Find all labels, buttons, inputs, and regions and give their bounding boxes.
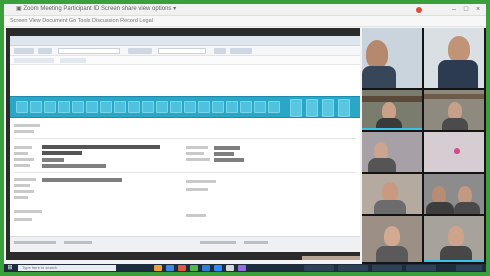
- app-filter-field[interactable]: [158, 48, 206, 54]
- ribbon-button[interactable]: [268, 101, 280, 113]
- app-ribbon-toolbar[interactable]: [10, 96, 360, 118]
- participant-video[interactable]: [424, 132, 484, 172]
- taskbar-app-icon[interactable]: [214, 265, 222, 271]
- ribbon-button[interactable]: [156, 101, 168, 113]
- ribbon-large-button[interactable]: [322, 99, 334, 117]
- app-search-field[interactable]: [58, 48, 120, 54]
- ribbon-button[interactable]: [226, 101, 238, 113]
- taskbar-app-icon[interactable]: [178, 265, 186, 271]
- ribbon-button[interactable]: [44, 101, 56, 113]
- shared-application-window: [10, 36, 360, 252]
- close-icon[interactable]: ×: [474, 6, 482, 14]
- system-clock[interactable]: [456, 265, 482, 271]
- taskbar-window-button[interactable]: [372, 265, 402, 271]
- participant-video[interactable]: [362, 216, 422, 262]
- ribbon-button[interactable]: [240, 101, 252, 113]
- taskbar-app-icon[interactable]: [226, 265, 234, 271]
- ribbon-button[interactable]: [198, 101, 210, 113]
- participant-video[interactable]: [424, 174, 484, 214]
- taskbar: ⊞ Type here to search: [4, 264, 486, 272]
- ribbon-large-button[interactable]: [306, 99, 318, 117]
- participant-gallery: [362, 28, 486, 264]
- participant-video[interactable]: [362, 28, 422, 88]
- minimize-icon[interactable]: –: [450, 6, 458, 14]
- share-menu-bar[interactable]: Screen View Document Go Tools Discussion…: [4, 16, 486, 27]
- participant-video[interactable]: [362, 90, 422, 130]
- ribbon-button[interactable]: [212, 101, 224, 113]
- taskbar-window-button[interactable]: [406, 265, 436, 271]
- ribbon-button[interactable]: [114, 101, 126, 113]
- start-icon[interactable]: ⊞: [6, 265, 14, 271]
- app-toolbar[interactable]: [10, 46, 360, 56]
- ribbon-button[interactable]: [16, 101, 28, 113]
- self-video-tile[interactable]: [302, 256, 360, 260]
- ribbon-button[interactable]: [254, 101, 266, 113]
- taskbar-app-icon[interactable]: [190, 265, 198, 271]
- app-header: [10, 36, 360, 46]
- ribbon-large-button[interactable]: [338, 99, 350, 117]
- ribbon-button[interactable]: [72, 101, 84, 113]
- recording-indicator-icon: [416, 7, 422, 13]
- title-bar: ▣ Zoom Meeting Participant ID Screen sha…: [4, 4, 486, 16]
- ribbon-button[interactable]: [58, 101, 70, 113]
- participant-video[interactable]: [424, 216, 484, 262]
- shared-screen: ● ▶ ☰ ✉ ⇧ ●: [6, 28, 360, 260]
- zoom-window: ▣ Zoom Meeting Participant ID Screen sha…: [4, 4, 486, 272]
- taskbar-window-button[interactable]: [338, 265, 368, 271]
- taskbar-app-icon[interactable]: [154, 265, 162, 271]
- app-subbar: [10, 56, 360, 65]
- ribbon-large-button[interactable]: [290, 99, 302, 117]
- taskbar-window-button[interactable]: [304, 265, 334, 271]
- ribbon-button[interactable]: [100, 101, 112, 113]
- ribbon-button[interactable]: [184, 101, 196, 113]
- participant-video[interactable]: [362, 132, 422, 172]
- window-title: ▣ Zoom Meeting Participant ID Screen sha…: [16, 6, 177, 12]
- ribbon-button[interactable]: [142, 101, 154, 113]
- ribbon-button[interactable]: [170, 101, 182, 113]
- taskbar-app-icon[interactable]: [166, 265, 174, 271]
- ribbon-button[interactable]: [86, 101, 98, 113]
- participant-video[interactable]: [362, 174, 422, 214]
- maximize-icon[interactable]: □: [462, 6, 470, 14]
- taskbar-search-input[interactable]: Type here to search: [18, 265, 116, 271]
- participant-video[interactable]: [424, 28, 484, 88]
- participant-video[interactable]: [424, 90, 484, 130]
- taskbar-app-icon[interactable]: [202, 265, 210, 271]
- document-status-strip: [10, 236, 360, 252]
- taskbar-app-icon[interactable]: [238, 265, 246, 271]
- ribbon-button[interactable]: [30, 101, 42, 113]
- document-form: [10, 118, 360, 252]
- ribbon-button[interactable]: [128, 101, 140, 113]
